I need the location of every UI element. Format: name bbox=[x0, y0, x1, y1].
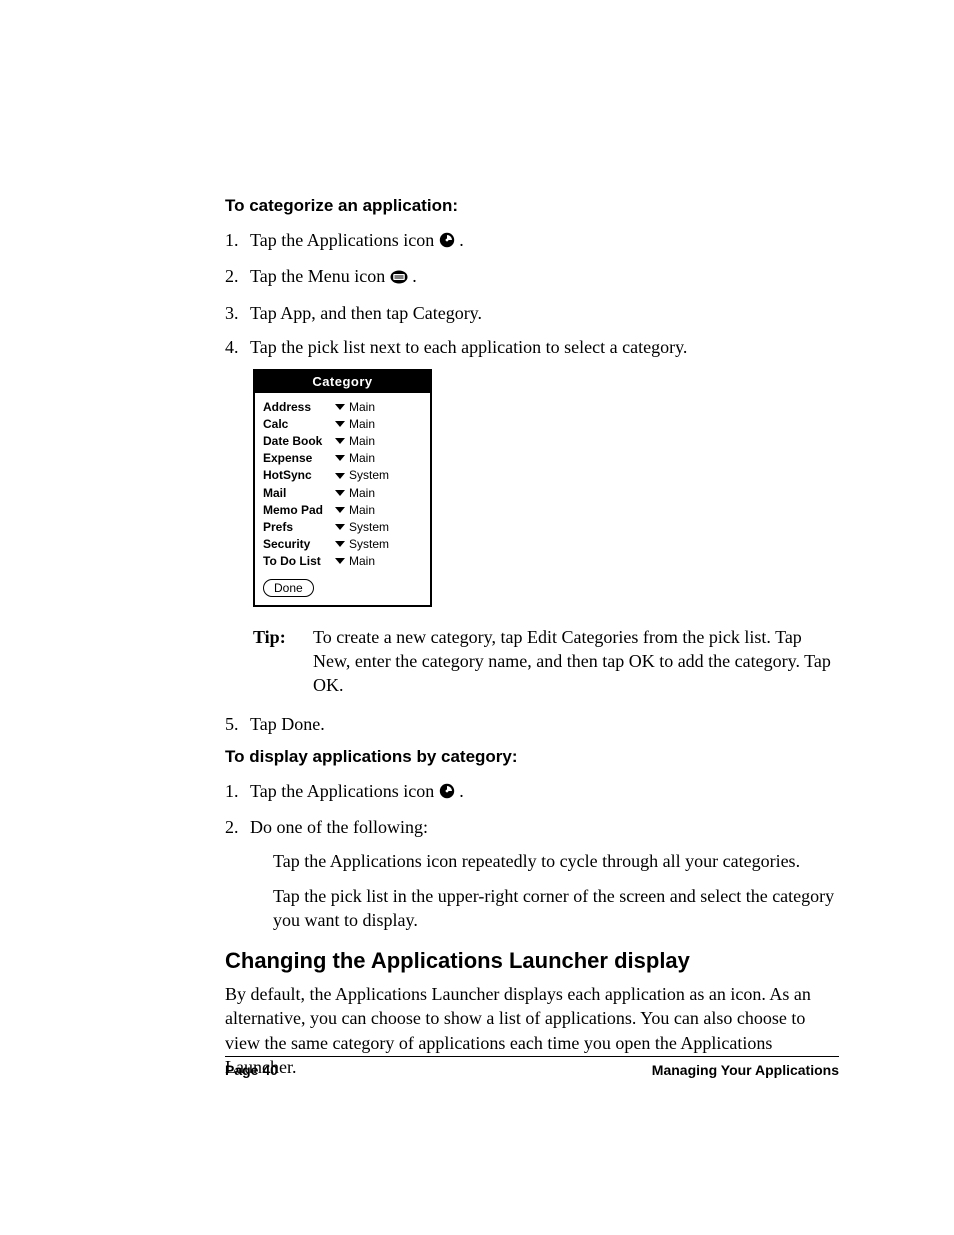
step-text: Tap App, and then tap Category. bbox=[250, 301, 839, 325]
step-1-text-b: . bbox=[459, 781, 464, 801]
sub-step: Tap the Applications icon repeatedly to … bbox=[273, 849, 839, 873]
app-name: Memo Pad bbox=[263, 502, 335, 518]
category-picklist[interactable]: System bbox=[335, 467, 389, 483]
category-row: Date Book Main bbox=[263, 433, 422, 449]
procedure-1-steps: 1. Tap the Applications icon . 2. Tap th… bbox=[225, 228, 839, 359]
step-number: 3. bbox=[225, 301, 250, 325]
category-value: Main bbox=[349, 433, 375, 449]
tip-block: Tip: To create a new category, tap Edit … bbox=[253, 625, 839, 698]
category-row: Memo Pad Main bbox=[263, 502, 422, 518]
step-1-text-a: Tap the Applications icon bbox=[250, 781, 439, 801]
step-number: 1. bbox=[225, 779, 250, 805]
category-value: Main bbox=[349, 502, 375, 518]
chapter-title: Managing Your Applications bbox=[652, 1061, 839, 1080]
step-2-text-a: Tap the Menu icon bbox=[250, 266, 390, 286]
dropdown-triangle-icon bbox=[335, 438, 345, 444]
category-row: Calc Main bbox=[263, 416, 422, 432]
dropdown-triangle-icon bbox=[335, 558, 345, 564]
step-text: Do one of the following: bbox=[250, 815, 839, 839]
page-footer: Page 40 Managing Your Applications bbox=[225, 1056, 839, 1080]
category-value: System bbox=[349, 519, 389, 535]
step-2-text-b: . bbox=[412, 266, 417, 286]
step-number: 5. bbox=[225, 712, 250, 736]
category-dialog-screenshot: Category Address Main Calc Main Date Book Mai… bbox=[253, 369, 432, 607]
page-number: Page 40 bbox=[225, 1061, 278, 1080]
step-number: 2. bbox=[225, 815, 250, 839]
procedure-title: To categorize an application: bbox=[225, 195, 839, 218]
category-row: HotSync System bbox=[263, 467, 422, 483]
tip-label: Tip: bbox=[253, 625, 313, 698]
category-row: To Do List Main bbox=[263, 553, 422, 569]
sub-step: Tap the pick list in the upper-right cor… bbox=[273, 884, 839, 933]
procedure-title: To display applications by category: bbox=[225, 746, 839, 769]
step-number: 2. bbox=[225, 264, 250, 290]
tip-text: To create a new category, tap Edit Categ… bbox=[313, 625, 839, 698]
step-text: Tap Done. bbox=[250, 712, 839, 736]
category-picklist[interactable]: Main bbox=[335, 416, 375, 432]
category-picklist[interactable]: System bbox=[335, 536, 389, 552]
category-value: System bbox=[349, 536, 389, 552]
step-text: Tap the Applications icon . bbox=[250, 779, 839, 805]
category-picklist[interactable]: Main bbox=[335, 433, 375, 449]
step-number: 1. bbox=[225, 228, 250, 254]
step-number: 4. bbox=[225, 335, 250, 359]
step-text: Tap the pick list next to each applicati… bbox=[250, 335, 839, 359]
dropdown-triangle-icon bbox=[335, 473, 345, 479]
step-text: Tap the Menu icon . bbox=[250, 264, 839, 290]
procedure-2-steps: 1. Tap the Applications icon . 2. Do one… bbox=[225, 779, 839, 840]
dropdown-triangle-icon bbox=[335, 404, 345, 410]
dropdown-triangle-icon bbox=[335, 507, 345, 513]
category-row: Mail Main bbox=[263, 485, 422, 501]
category-picklist[interactable]: Main bbox=[335, 553, 375, 569]
document-page: To categorize an application: 1. Tap the… bbox=[0, 0, 954, 1235]
step-1-text-a: Tap the Applications icon bbox=[250, 230, 439, 250]
app-name: HotSync bbox=[263, 467, 335, 483]
dropdown-triangle-icon bbox=[335, 421, 345, 427]
category-value: Main bbox=[349, 485, 375, 501]
dialog-title: Category bbox=[255, 371, 430, 393]
app-name: Prefs bbox=[263, 519, 335, 535]
done-button[interactable]: Done bbox=[263, 579, 314, 597]
app-name: To Do List bbox=[263, 553, 335, 569]
category-row: Expense Main bbox=[263, 450, 422, 466]
category-value: Main bbox=[349, 416, 375, 432]
category-value: Main bbox=[349, 553, 375, 569]
dropdown-triangle-icon bbox=[335, 490, 345, 496]
category-value: Main bbox=[349, 450, 375, 466]
app-name: Mail bbox=[263, 485, 335, 501]
category-value: Main bbox=[349, 399, 375, 415]
applications-icon bbox=[439, 230, 455, 254]
app-name: Date Book bbox=[263, 433, 335, 449]
menu-icon bbox=[390, 266, 408, 290]
section-heading: Changing the Applications Launcher displ… bbox=[225, 946, 839, 976]
category-picklist[interactable]: Main bbox=[335, 399, 375, 415]
category-picklist[interactable]: Main bbox=[335, 502, 375, 518]
category-picklist[interactable]: Main bbox=[335, 450, 375, 466]
app-name: Calc bbox=[263, 416, 335, 432]
procedure-1-steps-cont: 5. Tap Done. bbox=[225, 712, 839, 736]
applications-icon bbox=[439, 781, 455, 805]
category-picklist[interactable]: Main bbox=[335, 485, 375, 501]
app-name: Address bbox=[263, 399, 335, 415]
category-row: Security System bbox=[263, 536, 422, 552]
category-row: Address Main bbox=[263, 399, 422, 415]
step-1-text-b: . bbox=[459, 230, 464, 250]
dropdown-triangle-icon bbox=[335, 455, 345, 461]
category-picklist[interactable]: System bbox=[335, 519, 389, 535]
category-value: System bbox=[349, 467, 389, 483]
app-name: Security bbox=[263, 536, 335, 552]
dropdown-triangle-icon bbox=[335, 524, 345, 530]
step-text: Tap the Applications icon . bbox=[250, 228, 839, 254]
app-name: Expense bbox=[263, 450, 335, 466]
dialog-body: Address Main Calc Main Date Book Main Expense M… bbox=[255, 393, 430, 605]
dropdown-triangle-icon bbox=[335, 541, 345, 547]
category-row: Prefs System bbox=[263, 519, 422, 535]
